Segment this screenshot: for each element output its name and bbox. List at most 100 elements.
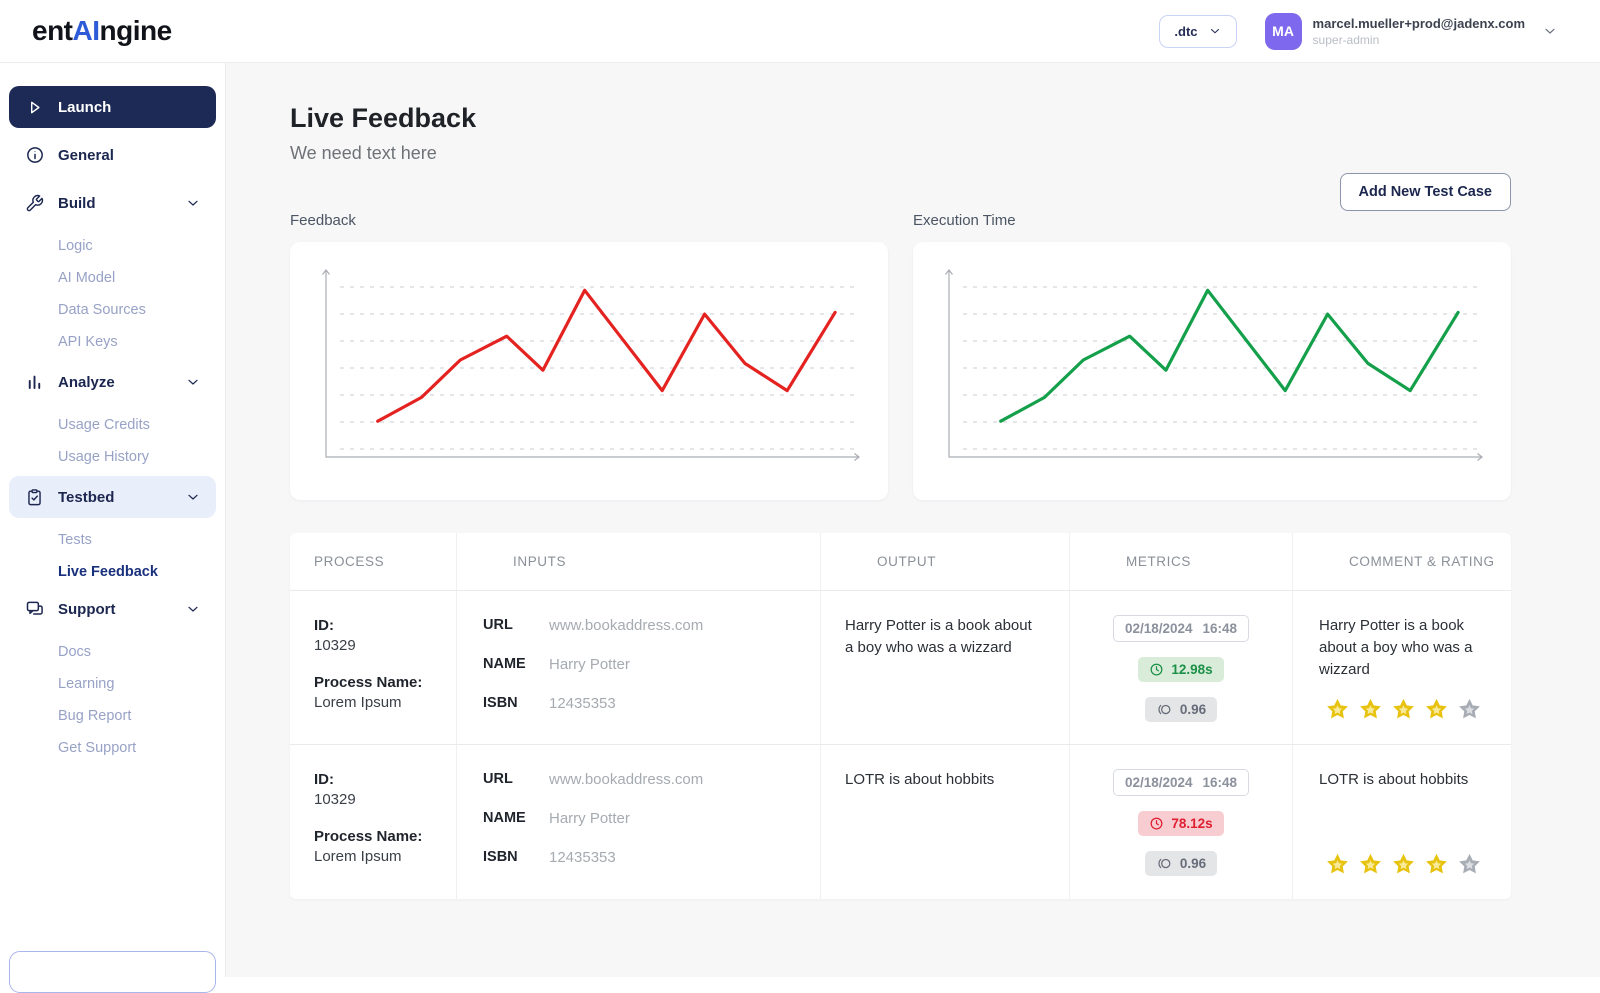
- feedback-line-series: [378, 290, 835, 421]
- info-icon: [24, 145, 45, 165]
- chevron-down-icon: [185, 195, 201, 211]
- user-menu[interactable]: MA marcel.mueller+prod@jadenx.com super-…: [1265, 13, 1558, 50]
- sidebar-item-usage-history[interactable]: Usage History: [9, 441, 216, 473]
- logo-text-accent: AI: [73, 15, 100, 46]
- sidebar-item-live-feedback[interactable]: Live Feedback: [9, 556, 216, 588]
- duration-value: 12.98s: [1171, 662, 1212, 677]
- sidebar-item-testbed[interactable]: Testbed: [9, 476, 216, 518]
- sidebar-item-api-keys[interactable]: API Keys: [9, 326, 216, 358]
- input-value: Harry Potter: [549, 810, 810, 827]
- environment-select[interactable]: .dtc: [1159, 15, 1236, 48]
- time-value: 16:48: [1203, 621, 1238, 636]
- star-icon[interactable]: [1423, 852, 1450, 879]
- comment-text: Harry Potter is a book about a boy who w…: [1319, 615, 1487, 680]
- bar-chart-icon: [24, 373, 45, 392]
- sidebar-item-logic[interactable]: Logic: [9, 230, 216, 262]
- avatar: MA: [1265, 13, 1302, 50]
- process-name-value: Lorem Ipsum: [314, 848, 446, 865]
- sidebar-item-usage-credits[interactable]: Usage Credits: [9, 409, 216, 441]
- table-header-row: PROCESS INPUTS OUTPUT METRICS COMMENT & …: [290, 533, 1511, 591]
- duration-badge: 78.12s: [1138, 811, 1223, 836]
- sidebar-bottom-button[interactable]: [9, 951, 216, 993]
- input-value: 12435353: [549, 695, 810, 712]
- duration-badge: 12.98s: [1138, 657, 1223, 682]
- comment-rating-cell: Harry Potter is a book about a boy who w…: [1293, 591, 1511, 744]
- star-icon[interactable]: [1324, 697, 1351, 724]
- sidebar-item-label: General: [58, 147, 114, 164]
- column-header-inputs: INPUTS: [457, 533, 821, 590]
- id-label: ID:: [314, 771, 446, 788]
- score-badge: 0.96: [1145, 851, 1217, 876]
- star-icon[interactable]: [1423, 697, 1450, 724]
- inputs-cell: URLwww.bookaddress.com NAMEHarry Potter …: [457, 745, 821, 899]
- sidebar-item-launch[interactable]: Launch: [9, 86, 216, 128]
- page-title: Live Feedback: [290, 103, 1511, 134]
- star-icon[interactable]: [1324, 852, 1351, 879]
- page-subtitle: We need text here: [290, 143, 1511, 164]
- star-icon[interactable]: [1456, 697, 1483, 724]
- timestamp-badge: 02/18/2024 16:48: [1113, 615, 1249, 642]
- sidebar-item-docs[interactable]: Docs: [9, 636, 216, 668]
- sidebar-item-learning[interactable]: Learning: [9, 668, 216, 700]
- sidebar-item-data-sources[interactable]: Data Sources: [9, 294, 216, 326]
- input-label: NAME: [483, 810, 549, 827]
- column-header-process: PROCESS: [290, 533, 457, 590]
- main-content: Live Feedback We need text here Add New …: [226, 63, 1600, 977]
- sidebar-item-general[interactable]: General: [9, 134, 216, 176]
- column-header-output: OUTPUT: [821, 533, 1070, 590]
- clipboard-check-icon: [24, 488, 45, 507]
- execution-time-chart: [933, 261, 1491, 481]
- sidebar-item-label: Build: [58, 195, 96, 212]
- input-label: NAME: [483, 656, 549, 673]
- process-name-value: Lorem Ipsum: [314, 694, 446, 711]
- input-label: URL: [483, 617, 549, 634]
- star-icon[interactable]: [1357, 697, 1384, 724]
- rating: [1319, 852, 1487, 879]
- star-icon[interactable]: [1390, 852, 1417, 879]
- sidebar-item-label: Launch: [58, 99, 111, 116]
- execution-time-line-series: [1001, 290, 1458, 421]
- input-label: ISBN: [483, 695, 549, 712]
- process-name-label: Process Name:: [314, 674, 446, 691]
- time-value: 16:48: [1203, 775, 1238, 790]
- sidebar-item-label: Support: [58, 601, 116, 618]
- app-header: entAIngine .dtc MA marcel.mueller+prod@j…: [0, 0, 1600, 63]
- process-cell: ID: 10329 Process Name: Lorem Ipsum: [290, 591, 457, 744]
- sidebar-item-ai-model[interactable]: AI Model: [9, 262, 216, 294]
- chat-icon: [24, 599, 45, 619]
- score-value: 0.96: [1180, 856, 1206, 871]
- sidebar-item-get-support[interactable]: Get Support: [9, 732, 216, 764]
- add-new-test-case-button[interactable]: Add New Test Case: [1340, 173, 1512, 211]
- sidebar-item-support[interactable]: Support: [9, 588, 216, 630]
- logo-text-pre: ent: [32, 15, 73, 46]
- feedback-chart: [310, 261, 868, 481]
- sidebar-item-analyze[interactable]: Analyze: [9, 361, 216, 403]
- sidebar-item-build[interactable]: Build: [9, 182, 216, 224]
- sidebar-item-tests[interactable]: Tests: [9, 524, 216, 556]
- clock-icon: [1149, 662, 1164, 677]
- chevron-down-icon: [185, 601, 201, 617]
- score-value: 0.96: [1180, 702, 1206, 717]
- gauge-icon: [1156, 856, 1173, 871]
- input-label: URL: [483, 771, 549, 788]
- execution-time-chart-card: [913, 242, 1511, 500]
- sidebar-item-label: Testbed: [58, 489, 114, 506]
- timestamp-badge: 02/18/2024 16:48: [1113, 769, 1249, 796]
- id-label: ID:: [314, 617, 446, 634]
- user-email: marcel.mueller+prod@jadenx.com: [1313, 16, 1525, 31]
- star-icon[interactable]: [1357, 852, 1384, 879]
- score-badge: 0.96: [1145, 697, 1217, 722]
- app-logo: entAIngine: [32, 15, 172, 47]
- input-value: www.bookaddress.com: [549, 617, 810, 634]
- clock-icon: [1149, 816, 1164, 831]
- sidebar-item-bug-report[interactable]: Bug Report: [9, 700, 216, 732]
- sidebar-item-label: Analyze: [58, 374, 115, 391]
- input-value: 12435353: [549, 849, 810, 866]
- sidebar: Launch General Build Logic AI Model Data…: [0, 63, 226, 977]
- logo-text-post: ngine: [100, 15, 172, 46]
- gauge-icon: [1156, 702, 1173, 717]
- output-cell: Harry Potter is a book about a boy who w…: [821, 591, 1070, 744]
- star-icon[interactable]: [1390, 697, 1417, 724]
- star-icon[interactable]: [1456, 852, 1483, 879]
- execution-time-chart-label: Execution Time: [913, 212, 1511, 229]
